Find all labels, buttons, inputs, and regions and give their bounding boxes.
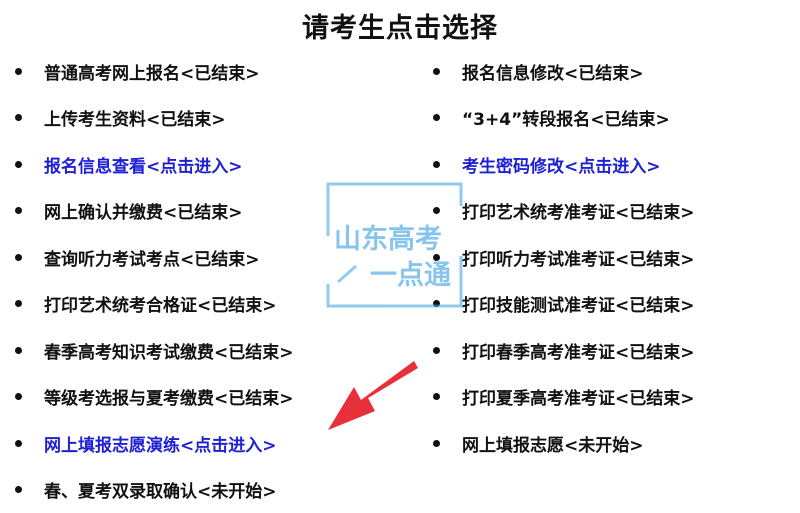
list-item: 打印听力考试准考证<已结束> [430, 234, 695, 281]
list-item: 考生密码修改<点击进入> [430, 141, 695, 188]
menu-item-label: 查询听力考试考点<已结束> [44, 245, 260, 270]
list-item: 普通高考网上报名<已结束> [12, 48, 294, 95]
list-item: 报名信息修改<已结束> [430, 48, 695, 95]
list-item: 春、夏考双录取确认<未开始> [12, 467, 294, 513]
bullet-icon [15, 254, 22, 261]
list-item: 网上填报志愿演练<点击进入> [12, 420, 294, 467]
bullet-icon [15, 347, 22, 354]
menu-item-label: 打印艺术统考准考证<已结束> [462, 198, 695, 223]
list-item: 上传考生资料<已结束> [12, 95, 294, 142]
menu-item-label: 打印夏季高考准考证<已结束> [462, 384, 695, 409]
bullet-icon [15, 161, 22, 168]
list-item: 打印艺术统考合格证<已结束> [12, 281, 294, 328]
list-item: 打印艺术统考准考证<已结束> [430, 188, 695, 235]
menu-item-label: 普通高考网上报名<已结束> [44, 59, 260, 84]
bullet-icon [15, 440, 22, 447]
menu-item-label: 网上确认并缴费<已结束> [44, 198, 243, 223]
menu-item-label: 等级考选报与夏考缴费<已结束> [44, 384, 294, 409]
bullet-icon [15, 300, 22, 307]
registration-info-view-link[interactable]: 报名信息查看<点击进入> [44, 152, 243, 177]
list-item: 打印春季高考准考证<已结束> [430, 327, 695, 374]
bullet-icon [15, 114, 22, 121]
bullet-icon [15, 68, 22, 75]
menu-item-label: 上传考生资料<已结束> [44, 105, 226, 130]
bullet-icon [15, 393, 22, 400]
menu-item-label: 打印艺术统考合格证<已结束> [44, 291, 277, 316]
menu-item-label: 报名信息修改<已结束> [462, 59, 644, 84]
page-title: 请考生点击选择 [0, 6, 800, 45]
left-menu-list: 普通高考网上报名<已结束> 上传考生资料<已结束> 报名信息查看<点击进入> 网… [12, 48, 294, 513]
bullet-icon [15, 207, 22, 214]
list-item: 打印夏季高考准考证<已结束> [430, 374, 695, 421]
menu-item-label: 打印春季高考准考证<已结束> [462, 338, 695, 363]
volunteer-filling-practice-link[interactable]: 网上填报志愿演练<点击进入> [44, 431, 277, 456]
bullet-icon [433, 68, 440, 75]
watermark-line1: 山东高考 [334, 223, 442, 255]
bullet-icon [433, 347, 440, 354]
bullet-icon [433, 161, 440, 168]
bullet-icon [15, 486, 22, 493]
bullet-icon [433, 254, 440, 261]
menu-item-label: 打印听力考试准考证<已结束> [462, 245, 695, 270]
list-item: 网上填报志愿<未开始> [430, 420, 695, 467]
bullet-icon [433, 207, 440, 214]
bullet-icon [433, 393, 440, 400]
menu-item-label: 网上填报志愿<未开始> [462, 431, 644, 456]
bullet-icon [433, 114, 440, 121]
list-item: 等级考选报与夏考缴费<已结束> [12, 374, 294, 421]
menu-item-label: “3+4”转段报名<已结束> [462, 105, 670, 130]
menu-item-label: 春、夏考双录取确认<未开始> [44, 477, 277, 502]
password-change-link[interactable]: 考生密码修改<点击进入> [462, 152, 661, 177]
bullet-icon [433, 300, 440, 307]
list-item: “3+4”转段报名<已结束> [430, 95, 695, 142]
bullet-icon [433, 440, 440, 447]
menu-item-label: 打印技能测试准考证<已结束> [462, 291, 695, 316]
list-item: 查询听力考试考点<已结束> [12, 234, 294, 281]
list-item: 打印技能测试准考证<已结束> [430, 281, 695, 328]
list-item: 春季高考知识考试缴费<已结束> [12, 327, 294, 374]
list-item: 报名信息查看<点击进入> [12, 141, 294, 188]
menu-item-label: 春季高考知识考试缴费<已结束> [44, 338, 294, 363]
list-item: 网上确认并缴费<已结束> [12, 188, 294, 235]
right-menu-list: 报名信息修改<已结束> “3+4”转段报名<已结束> 考生密码修改<点击进入> … [430, 48, 695, 467]
